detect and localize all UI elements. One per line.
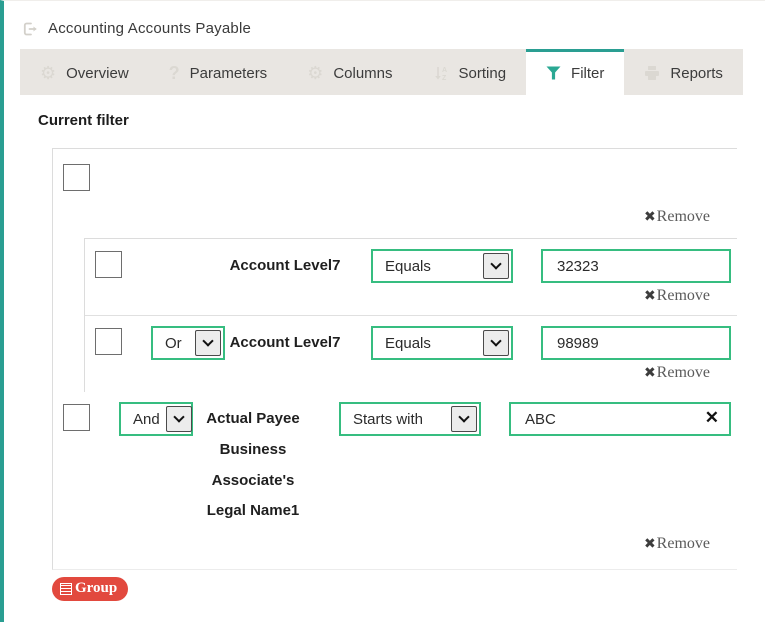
funnel-icon [546,66,561,80]
filter-row: And Actual Payee Business Associate's Le… [53,392,737,529]
filter-row: Or Account Level7 Equals [85,315,737,362]
filter-group-outer: ✖Remove Account Level7 Equals ✖Remove Or [52,148,737,570]
tab-label: Parameters [190,65,268,82]
tab-filter[interactable]: Filter [526,49,624,95]
remove-row-link[interactable]: ✖Remove [644,287,710,304]
logo-emblem-icon [60,583,72,595]
chevron-down-icon [195,330,221,356]
question-icon: ? [169,64,180,82]
gears-icon: ⚙ [307,64,323,82]
svg-text:Z: Z [442,75,447,81]
filter-value-input[interactable] [541,326,731,360]
group-checkbox[interactable] [63,164,90,191]
tab-parameters[interactable]: ? Parameters [149,49,288,95]
page-title: Accounting Accounts Payable [48,20,251,37]
tab-bar: ⚙ Overview ? Parameters ⚙ Columns A Z So… [20,49,682,95]
tab-reports[interactable]: Reports [624,49,743,95]
clear-input-icon[interactable]: ✕ [705,408,719,428]
field-name: Account Level7 [227,328,343,359]
row-checkbox[interactable] [95,251,122,278]
remove-row-link[interactable]: ✖Remove [644,364,710,381]
tab-label: Columns [333,65,392,82]
operator-select[interactable]: Or [151,326,225,360]
row-checkbox[interactable] [63,404,90,431]
operator-select[interactable]: And [119,402,193,436]
tab-sorting[interactable]: A Z Sorting [413,49,527,95]
exit-arrow-icon [22,21,39,37]
remove-group-link[interactable]: ✖Remove [644,208,710,225]
field-name: Actual Payee Business Associate's Legal … [195,404,311,527]
printer-icon [644,66,660,81]
condition-select[interactable]: Equals [371,326,513,360]
tab-label: Sorting [459,65,507,82]
logo-text: Group [75,580,117,597]
tab-overview[interactable]: ⚙ Overview [20,49,149,95]
chevron-down-icon [166,406,192,432]
chevron-down-icon [483,253,509,279]
chevron-down-icon [451,406,477,432]
remove-x-icon: ✖ [644,210,656,225]
gears-icon: ⚙ [40,64,56,82]
tab-label: Filter [571,65,604,82]
vendor-logo: Group [52,577,128,601]
row-checkbox[interactable] [95,328,122,355]
sort-az-icon: A Z [433,65,449,81]
remove-x-icon: ✖ [644,537,656,552]
svg-text:A: A [442,67,447,74]
condition-select[interactable]: Starts with [339,402,481,436]
chevron-down-icon [483,330,509,356]
current-filter-heading: Current filter [38,112,765,129]
tab-label: Overview [66,65,129,82]
field-name: Account Level7 [227,251,343,282]
filter-row: Account Level7 Equals [85,239,737,285]
filter-group-inner: Account Level7 Equals ✖Remove Or Account… [84,238,737,392]
breadcrumb: Accounting Accounts Payable [4,1,765,49]
remove-x-icon: ✖ [644,366,656,381]
remove-x-icon: ✖ [644,289,656,304]
remove-row-link[interactable]: ✖Remove [644,535,710,552]
condition-select[interactable]: Equals [371,249,513,283]
filter-value-input[interactable] [541,249,731,283]
tab-columns[interactable]: ⚙ Columns [287,49,412,95]
filter-value-input[interactable] [509,402,731,436]
tab-label: Reports [670,65,723,82]
